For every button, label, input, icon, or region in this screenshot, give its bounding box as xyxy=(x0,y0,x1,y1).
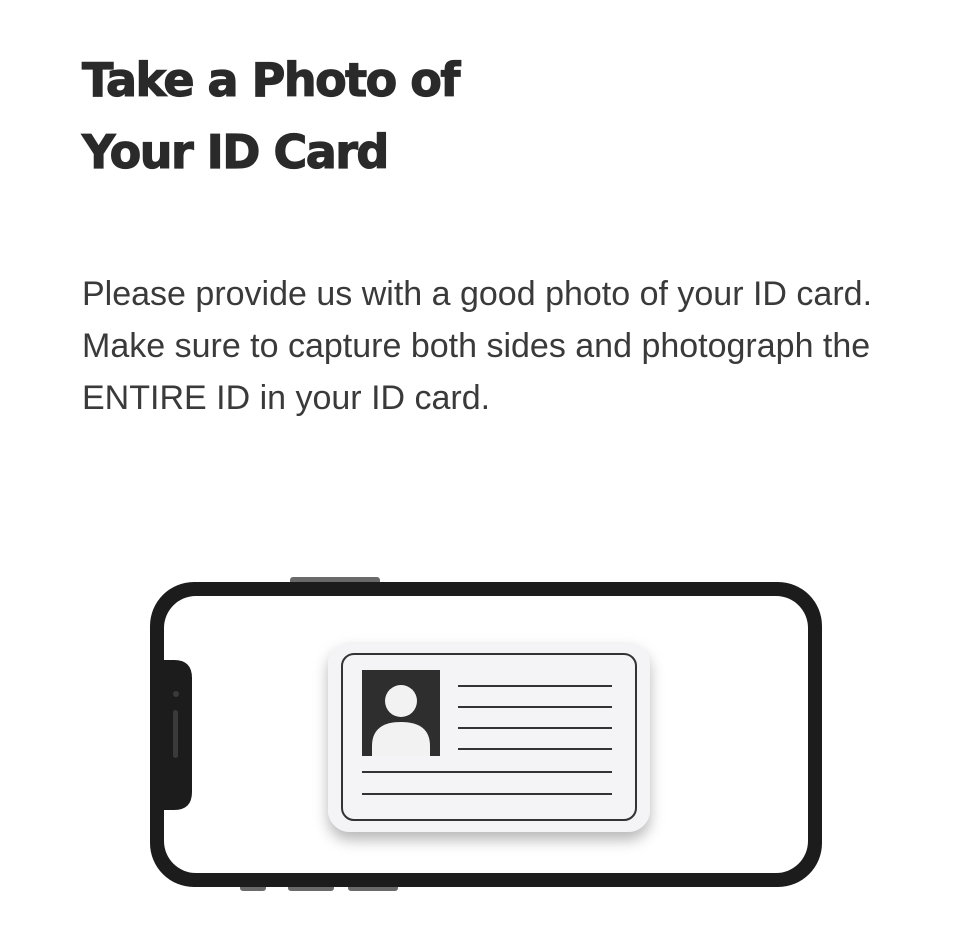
page-title-line-1: Take a Photo of xyxy=(81,52,461,107)
id-capture-screen: Take a Photo of Your ID Card Please prov… xyxy=(0,0,956,933)
phone-icon xyxy=(150,577,822,891)
id-card-icon xyxy=(328,642,650,832)
phone-id-illustration xyxy=(140,570,830,900)
page-title: Take a Photo of Your ID Card xyxy=(81,44,461,188)
phone-camera-dot xyxy=(173,691,179,697)
phone-speaker xyxy=(173,710,178,758)
page-title-line-2: Your ID Card xyxy=(81,124,390,179)
instructions-text: Please provide us with a good photo of y… xyxy=(82,275,873,417)
